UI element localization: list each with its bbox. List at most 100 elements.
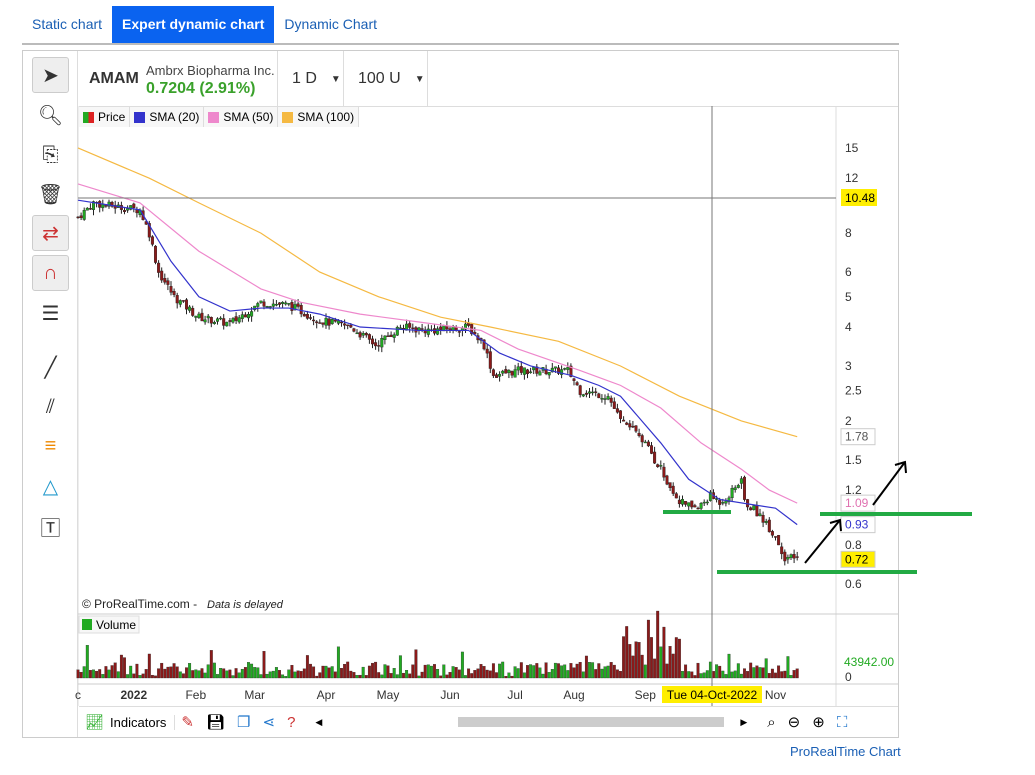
volume-bar <box>265 673 269 679</box>
volume-bar <box>346 661 350 679</box>
volume-bar <box>405 670 409 679</box>
volume-bar <box>209 650 213 679</box>
candle <box>488 351 492 369</box>
volume-bar <box>792 670 796 679</box>
volume-bar <box>110 665 114 679</box>
volume-bar <box>671 653 675 679</box>
volume-bar <box>786 656 790 679</box>
volume-bar <box>352 672 356 679</box>
candle <box>650 445 654 454</box>
volume-bar <box>386 665 390 679</box>
candle <box>330 319 334 325</box>
candle <box>516 366 520 371</box>
candle <box>243 314 247 318</box>
volume-bar <box>662 626 666 679</box>
x-tick-label: Nov <box>765 688 786 702</box>
candle <box>175 295 179 304</box>
volume-bar <box>150 674 154 679</box>
candle <box>318 322 322 324</box>
volume-bar <box>417 675 421 679</box>
volume-bar <box>513 666 517 679</box>
candle <box>278 302 282 305</box>
volume-bar <box>730 671 734 679</box>
volume-bar <box>560 665 564 679</box>
candle <box>504 369 508 374</box>
volume-bar <box>526 665 529 679</box>
volume-bar <box>278 670 281 679</box>
volume-bar <box>507 672 511 679</box>
candle <box>563 368 567 370</box>
volume-bar <box>271 670 275 679</box>
candle <box>786 557 790 560</box>
candle <box>640 435 644 443</box>
volume-bar <box>302 668 306 679</box>
candle <box>225 321 229 327</box>
volume-bar <box>681 671 684 679</box>
candle <box>730 488 734 499</box>
candle <box>234 316 238 321</box>
volume-bar <box>485 669 489 679</box>
price-chart[interactable]: 1512865432.521.51.20.80.6c 2022 Feb Mar Apr M… <box>0 0 1035 775</box>
candle <box>188 306 192 311</box>
volume-bar <box>575 663 579 679</box>
candle <box>693 505 697 508</box>
candle <box>371 338 375 345</box>
candle <box>581 394 585 397</box>
x-tick-label: Aug <box>563 688 584 702</box>
candle <box>82 209 86 220</box>
volume-bar <box>327 667 331 679</box>
volume-bar <box>597 663 601 679</box>
candle <box>265 306 269 308</box>
volume-bar <box>529 664 533 679</box>
candle <box>274 303 278 306</box>
volume-bar <box>147 653 151 679</box>
volume-bar <box>166 666 170 679</box>
candle <box>519 366 523 373</box>
candle <box>157 262 161 273</box>
volume-bar <box>154 675 157 679</box>
volume-bar <box>336 646 340 679</box>
candle <box>783 551 787 562</box>
y-tick-label: 5 <box>845 290 852 304</box>
volume-bar <box>501 661 505 679</box>
volume-bar <box>290 665 294 679</box>
volume-bar <box>197 670 201 679</box>
x-tick-label: Jul <box>507 688 522 702</box>
volume-bar <box>557 663 560 679</box>
candle <box>132 203 136 208</box>
volume-bar <box>761 667 765 679</box>
prorealtime-link[interactable]: ProRealTime Chart <box>790 744 901 759</box>
volume-bar <box>724 674 728 679</box>
y-tick-label: 8 <box>845 226 852 240</box>
volume-bar <box>392 668 396 679</box>
volume-bar <box>749 662 753 679</box>
volume-bar <box>498 663 502 679</box>
volume-bar <box>374 661 378 679</box>
volume-bar <box>789 675 793 679</box>
candle <box>377 345 381 347</box>
volume-bar <box>550 669 554 679</box>
volume-bar <box>237 672 241 679</box>
candle <box>634 425 638 432</box>
candle <box>327 318 331 326</box>
volume-bar <box>361 666 365 679</box>
price-label: 1.78 <box>845 430 869 444</box>
candle <box>194 315 198 318</box>
volume-bar <box>389 673 393 679</box>
volume-bar <box>656 610 660 679</box>
candle <box>597 393 601 399</box>
candle <box>85 207 89 211</box>
candle <box>104 205 108 207</box>
candle <box>774 536 778 538</box>
volume-bar <box>777 665 781 679</box>
volume-bar <box>733 670 737 679</box>
candle <box>625 422 629 425</box>
volume-bar <box>495 672 498 679</box>
candle <box>510 371 514 376</box>
candle <box>609 397 613 403</box>
x-tick-label: Sep <box>635 688 657 702</box>
arrow-line <box>872 461 906 506</box>
candle <box>445 325 449 330</box>
y-tick-label: 2 <box>845 414 852 428</box>
volume-bar <box>504 676 508 679</box>
